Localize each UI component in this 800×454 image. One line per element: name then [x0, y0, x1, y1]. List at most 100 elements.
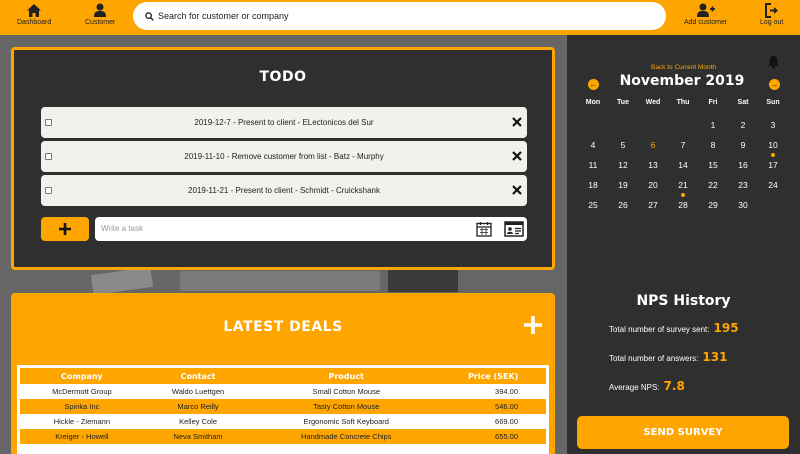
- dashboard-button[interactable]: Dashboard: [17, 3, 51, 26]
- price-cell: 546.00: [440, 399, 546, 414]
- calendar-day[interactable]: 28: [668, 198, 698, 218]
- calendar-day[interactable]: 4: [578, 138, 608, 158]
- calendar-day[interactable]: 7: [668, 138, 698, 158]
- company-cell: Hickle - Ziemann: [53, 417, 111, 426]
- calendar-day[interactable]: 19: [608, 178, 638, 198]
- latest-deals-panel: LATEST DEALS Company Contact Product Pri…: [11, 293, 555, 454]
- calendar-day[interactable]: 11: [578, 158, 608, 178]
- close-icon[interactable]: [511, 116, 523, 128]
- calendar-day[interactable]: 10: [758, 138, 788, 158]
- calendar-grid: Mon Tue Wed Thu Fri Sat Sun 1 2 3 4 5 6 7 8 9 10 11 12 13 14…: [578, 98, 788, 218]
- calendar-day[interactable]: 17: [758, 158, 788, 178]
- calendar-day[interactable]: 15: [698, 158, 728, 178]
- add-deal-icon[interactable]: [523, 315, 543, 335]
- close-icon[interactable]: [511, 150, 523, 162]
- task-input[interactable]: [101, 224, 461, 233]
- weekday-label: Fri: [708, 99, 718, 106]
- weekday-label: Tue: [617, 99, 629, 106]
- nps-answers-label: Total number of answers:: [609, 354, 699, 363]
- contact-cell: Kelley Cole: [179, 417, 218, 426]
- nps-sent-row: Total number of survey sent: 195: [609, 321, 739, 335]
- month-label: November 2019: [619, 73, 745, 89]
- company-cell: McDermott Group: [52, 387, 112, 396]
- chevron-left-icon: ←: [589, 80, 598, 89]
- contact-cell: Neva Smitham: [143, 429, 253, 444]
- task-checkbox[interactable]: [45, 187, 52, 194]
- calendar-day[interactable]: 25: [578, 198, 608, 218]
- company-cell: Kreiger - Howell: [20, 429, 144, 444]
- table-row[interactable]: Spinka Inc Marco Reilly Tasty Cotton Mou…: [20, 399, 546, 414]
- add-task-row: [41, 217, 527, 241]
- chevron-right-icon: →: [770, 80, 779, 89]
- table-row[interactable]: McDermott Group Waldo Luettgen Small Cot…: [20, 384, 546, 399]
- calendar-day[interactable]: 9: [728, 138, 758, 158]
- calendar-day[interactable]: 27: [638, 198, 668, 218]
- calendar-empty-cell: [578, 118, 608, 138]
- add-user-icon: [696, 3, 715, 17]
- calendar-day[interactable]: 30: [728, 198, 758, 218]
- next-month-button[interactable]: →: [769, 79, 780, 90]
- plus-icon: [59, 223, 71, 235]
- calendar-day[interactable]: 18: [578, 178, 608, 198]
- task-checkbox[interactable]: [45, 153, 52, 160]
- task-input-wrapper: [95, 217, 527, 241]
- calendar-day[interactable]: 29: [698, 198, 728, 218]
- table-row[interactable]: Hickle - Ziemann Kelley Cole Ergonomic S…: [20, 414, 546, 429]
- send-survey-button[interactable]: SEND SURVEY: [577, 416, 789, 449]
- calendar-week-row: 11 12 13 14 15 16 17: [578, 158, 788, 178]
- nps-answers-value: 131: [702, 350, 728, 364]
- nps-answers-row: Total number of answers: 131: [609, 350, 727, 364]
- calendar-day[interactable]: 6: [638, 138, 668, 158]
- calendar-day[interactable]: 3: [758, 118, 788, 138]
- deals-title: LATEST DEALS: [223, 319, 343, 335]
- id-card-icon[interactable]: [504, 221, 524, 237]
- calendar-day[interactable]: 22: [698, 178, 728, 198]
- deals-table-wrapper[interactable]: Company Contact Product Price (SEK) McDe…: [17, 365, 549, 454]
- search-bar[interactable]: [133, 2, 666, 30]
- calendar-day[interactable]: 1: [698, 118, 728, 138]
- price-cell: 394.00: [495, 387, 518, 396]
- calendar-day[interactable]: 21: [668, 178, 698, 198]
- logout-button[interactable]: Log out: [760, 3, 783, 26]
- calendar-day[interactable]: 26: [608, 198, 638, 218]
- calendar-day[interactable]: 16: [728, 158, 758, 178]
- calendar-day[interactable]: 20: [638, 178, 668, 198]
- nps-average-row: Average NPS: 7.8: [609, 379, 685, 393]
- product-cell: Small Cotton Mouse: [312, 387, 380, 396]
- customer-button[interactable]: Customer: [85, 3, 115, 26]
- contact-cell: Marco Reilly: [143, 399, 253, 414]
- task-checkbox[interactable]: [45, 119, 52, 126]
- nps-sent-label: Total number of survey sent:: [609, 325, 710, 334]
- calendar-day[interactable]: 5: [608, 138, 638, 158]
- calendar-week-row: 25 26 27 28 29 30: [578, 198, 788, 218]
- task-text: 2019-11-21 - Present to client - Schmidt…: [188, 186, 380, 195]
- calendar-day[interactable]: 23: [728, 178, 758, 198]
- calendar-icon[interactable]: [476, 221, 492, 237]
- right-sidebar: Back to Current Month ← November 2019 → …: [567, 35, 800, 454]
- background-keyboard: [180, 271, 380, 291]
- calendar-day[interactable]: 24: [758, 178, 788, 198]
- calendar-day[interactable]: 2: [728, 118, 758, 138]
- task-list[interactable]: 2019-12-7 - Present to client - ELectoni…: [41, 107, 527, 208]
- calendar-day[interactable]: 8: [698, 138, 728, 158]
- calendar-day[interactable]: 12: [608, 158, 638, 178]
- column-header-company[interactable]: Company: [20, 368, 144, 384]
- dashboard-label: Dashboard: [17, 19, 52, 26]
- close-icon[interactable]: [511, 184, 523, 196]
- nps-average-label: Average NPS:: [609, 383, 660, 392]
- task-item: 2019-11-10 - Remove customer from list -…: [41, 141, 527, 172]
- prev-month-button[interactable]: ←: [588, 79, 599, 90]
- column-header-contact[interactable]: Contact: [143, 368, 253, 384]
- calendar-day[interactable]: 13: [638, 158, 668, 178]
- back-to-current-month-link[interactable]: Back to Current Month: [567, 64, 800, 71]
- nps-average-value: 7.8: [663, 379, 685, 393]
- add-customer-button[interactable]: Add customer: [684, 3, 727, 26]
- table-row[interactable]: Kreiger - Howell Neva Smitham Handmade C…: [20, 429, 546, 444]
- calendar-day[interactable]: 14: [668, 158, 698, 178]
- search-icon: [145, 11, 154, 21]
- add-task-button[interactable]: [41, 217, 89, 241]
- search-input[interactable]: [158, 11, 638, 21]
- calendar-empty-cell: [758, 198, 788, 218]
- column-header-product[interactable]: Product: [252, 368, 441, 384]
- column-header-price[interactable]: Price (SEK): [440, 368, 546, 384]
